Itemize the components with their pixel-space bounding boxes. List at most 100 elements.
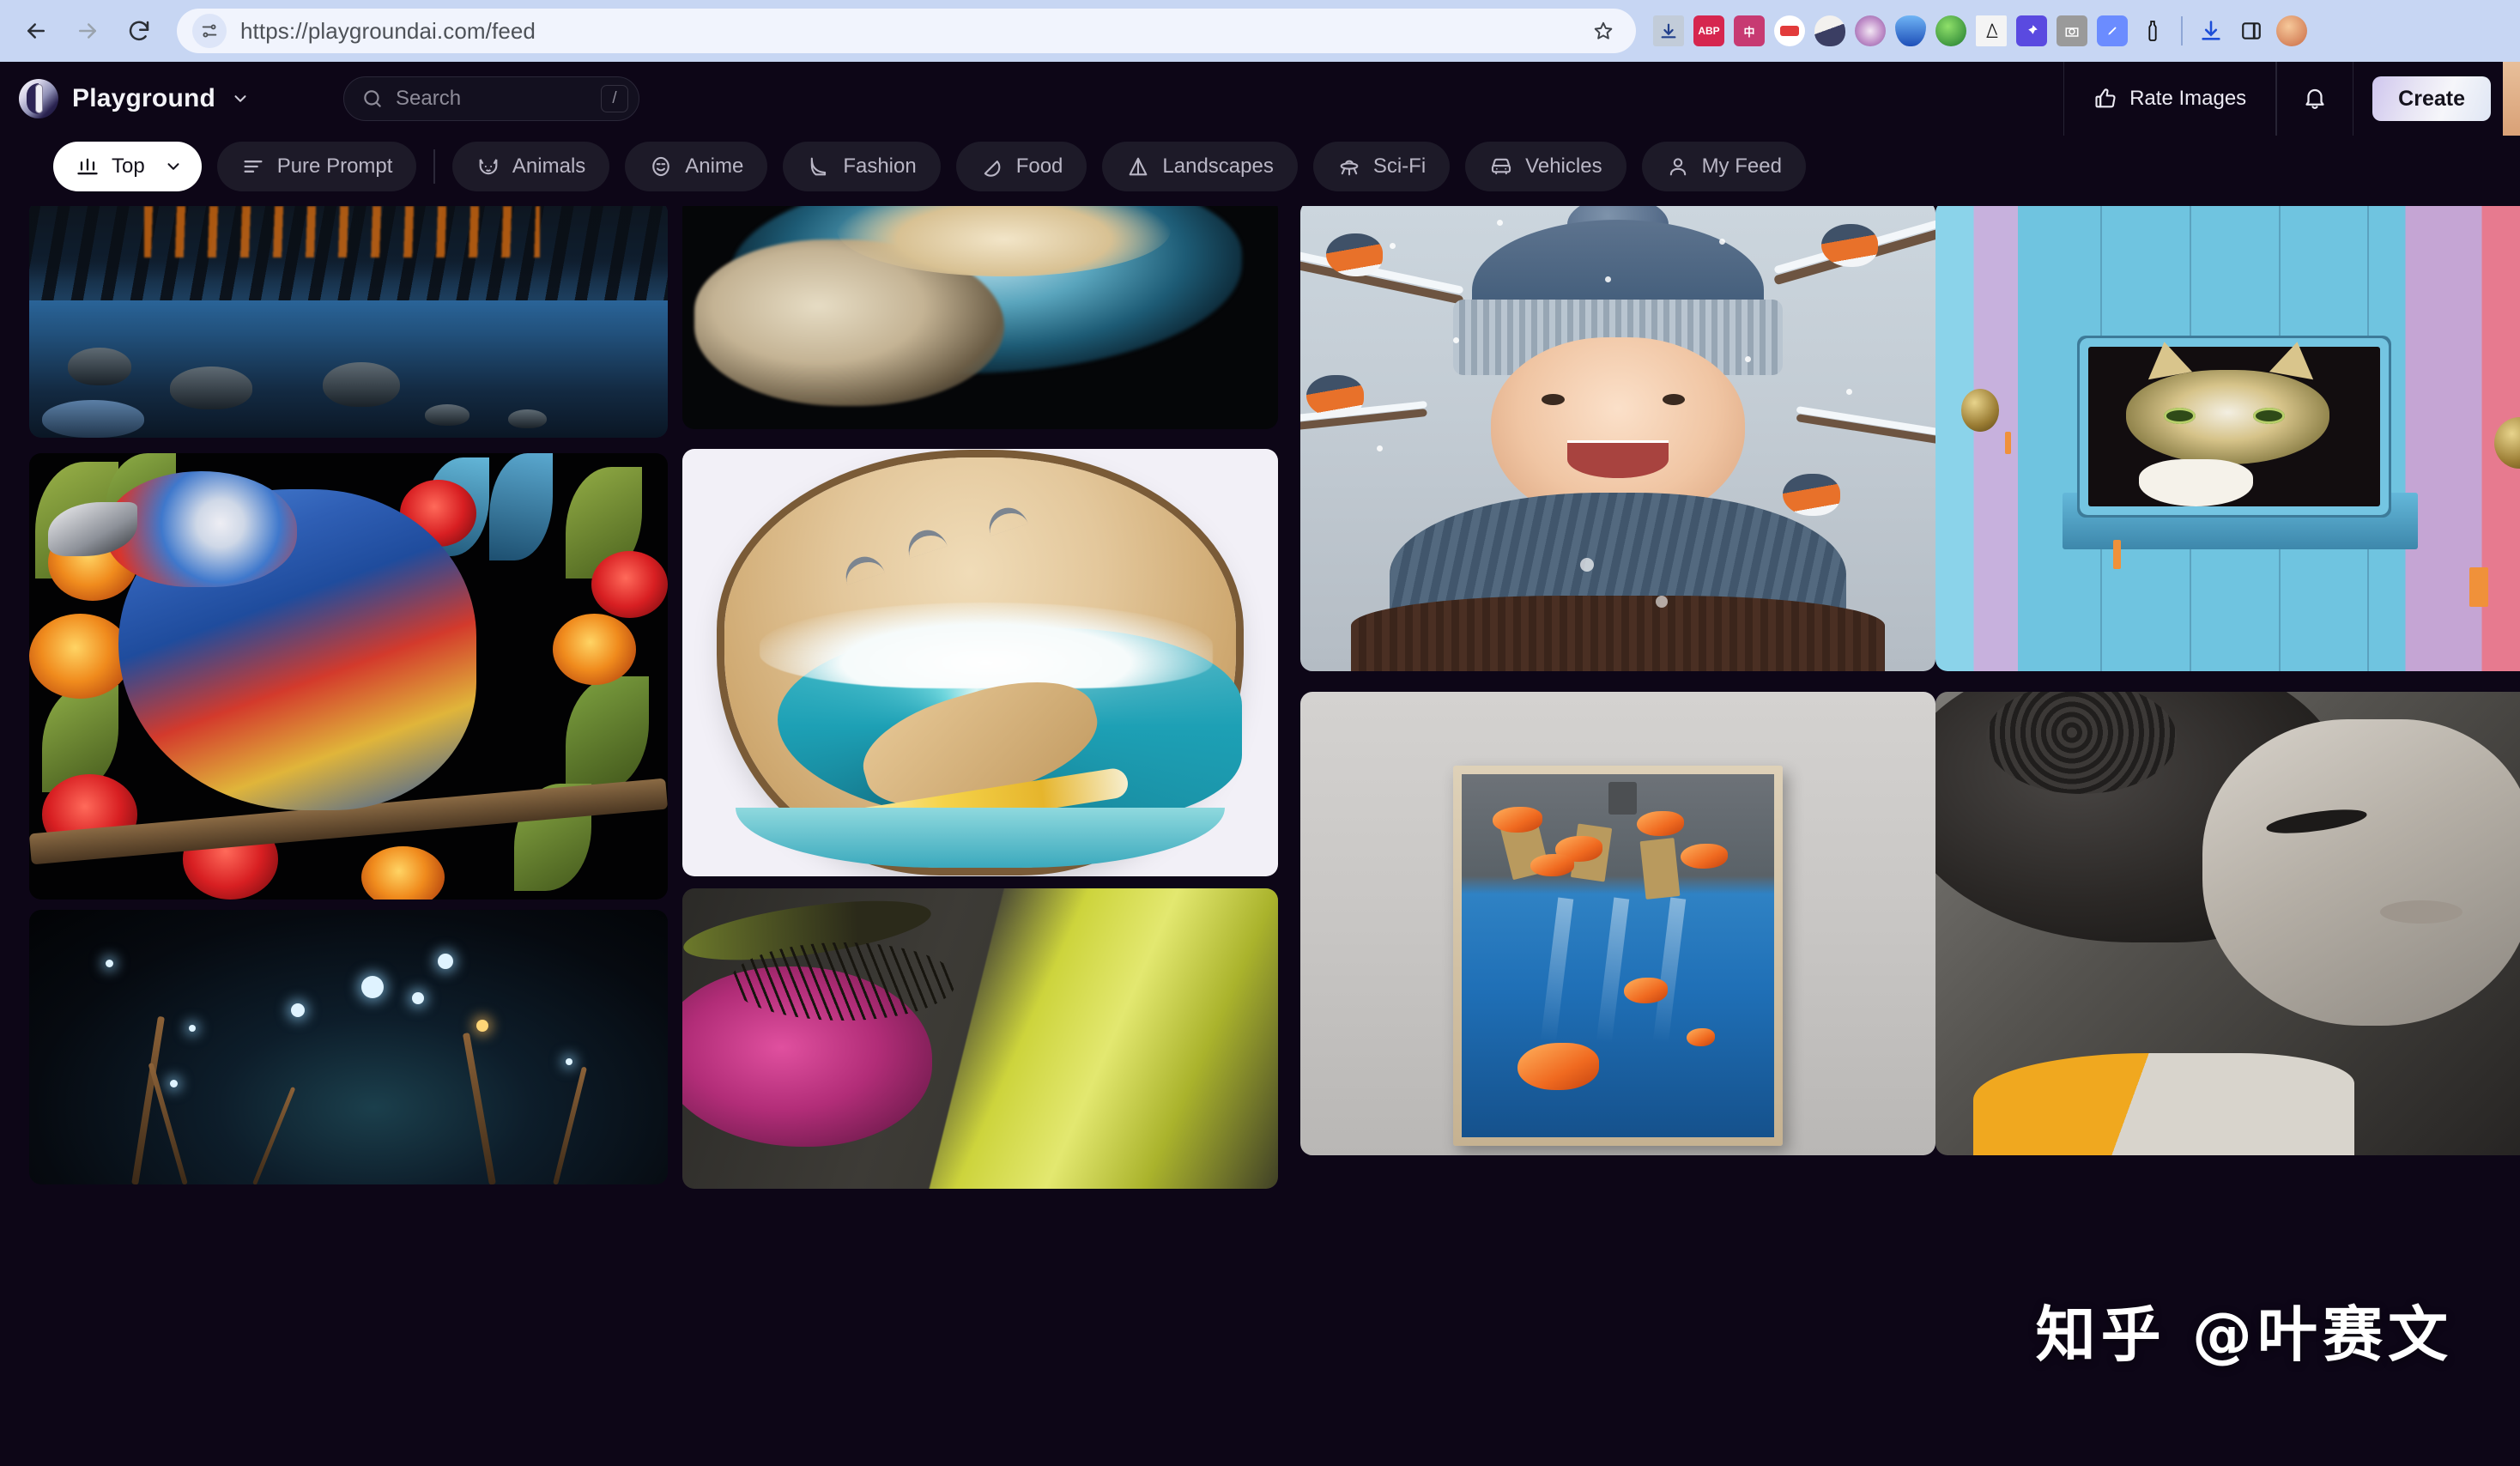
artwork-galaxy-trees — [29, 910, 668, 1184]
smiley-face-icon — [649, 154, 673, 179]
filter-label: Landscapes — [1162, 154, 1274, 178]
artwork-parrot-flowers — [29, 453, 668, 900]
chevron-down-icon[interactable] — [231, 89, 250, 108]
artwork-framed-goldfish — [1300, 692, 1935, 1155]
cat-face-icon — [476, 154, 500, 179]
filter-animals[interactable]: Animals — [451, 142, 610, 191]
artwork-cat-blue-door: Loreto — [1935, 206, 2520, 671]
browser-toolbar: https://playgroundai.com/feed ABP 中 — [0, 0, 2520, 62]
car-icon — [1489, 154, 1513, 179]
forward-arrow-icon[interactable] — [64, 7, 112, 55]
filter-my-feed[interactable]: My Feed — [1641, 142, 1806, 191]
camera-extension[interactable] — [2057, 15, 2087, 46]
rate-images-button[interactable]: Rate Images — [2064, 62, 2275, 136]
artwork-eye-yellow-fabric — [682, 888, 1278, 1189]
bottle-extension[interactable] — [2137, 15, 2168, 46]
filter-anime[interactable]: Anime — [625, 142, 768, 191]
address-bar[interactable]: https://playgroundai.com/feed — [177, 9, 1636, 53]
filter-label: Vehicles — [1525, 154, 1602, 178]
filter-lines-icon — [241, 154, 265, 179]
filter-food[interactable]: Food — [955, 142, 1087, 191]
search-placeholder: Search — [396, 87, 462, 110]
openai-extension[interactable] — [1855, 15, 1886, 46]
artwork-lake-reflection — [29, 206, 668, 438]
filter-label: Anime — [685, 154, 744, 178]
playground-app: Playground Search / Rate Images Create T… — [0, 62, 2520, 1466]
create-button[interactable]: Create — [2372, 76, 2491, 121]
filter-label: Sci-Fi — [1372, 154, 1427, 178]
location-pin-extension[interactable] — [1895, 15, 1926, 46]
feed-card-wood-wave-surfer[interactable] — [682, 449, 1278, 876]
mountain-icon — [1126, 154, 1150, 179]
extensions-tray: ABP 中 — [1653, 15, 2508, 46]
sketch-extension[interactable] — [1976, 15, 2007, 46]
filter-bar: Top Pure Prompt Animals Anime Fashion Fo… — [0, 136, 2520, 206]
url-text: https://playgroundai.com/feed — [240, 17, 536, 44]
note-extension[interactable] — [2097, 15, 2128, 46]
feed-card-eye-yellow-fabric[interactable] — [682, 888, 1278, 1189]
feed-card-parrot-flowers[interactable] — [29, 453, 668, 900]
feed-card-lake-reflection[interactable] — [29, 206, 668, 438]
artwork-wood-wave-surfer — [682, 449, 1278, 876]
pizza-slice-icon — [980, 154, 1004, 179]
feed-card-cat-blue-door[interactable]: Loreto — [1935, 206, 2520, 671]
sort-top-button[interactable]: Top — [53, 142, 202, 191]
sort-top-label: Top — [112, 154, 145, 178]
side-panel-icon[interactable] — [2236, 15, 2267, 46]
app-header: Playground Search / Rate Images Create — [0, 62, 2520, 136]
feed-card-abstract-ink[interactable] — [682, 206, 1278, 429]
artwork-grayscale-portrait — [1935, 692, 2520, 1155]
filter-label: Food — [1015, 154, 1063, 178]
toolbar-divider — [2181, 16, 2183, 45]
image-feed-grid: Loreto — [0, 206, 2520, 1466]
bell-icon[interactable] — [2277, 62, 2353, 136]
watermark: 知乎 @叶赛文 — [2035, 1299, 2453, 1370]
filter-vehicles[interactable]: Vehicles — [1465, 142, 1626, 191]
chevron-down-icon[interactable] — [164, 157, 183, 176]
star-icon[interactable] — [1586, 14, 1620, 48]
back-arrow-icon[interactable] — [12, 7, 60, 55]
feed-card-galaxy-trees[interactable] — [29, 910, 668, 1184]
search-input[interactable]: Search / — [343, 76, 639, 121]
filter-pure-prompt[interactable]: Pure Prompt — [216, 142, 417, 191]
translate-extension[interactable]: 中 — [1734, 15, 1765, 46]
ufo-icon — [1337, 154, 1361, 179]
filter-label: Pure Prompt — [276, 154, 393, 178]
profile-avatar-icon[interactable] — [2276, 15, 2307, 46]
site-settings-icon[interactable] — [192, 14, 227, 48]
filter-label: My Feed — [1701, 154, 1782, 178]
pin-extension[interactable] — [2016, 15, 2047, 46]
brand-name: Playground — [72, 84, 216, 112]
filter-label: Fashion — [843, 154, 917, 178]
artwork-abstract-ink — [682, 206, 1278, 429]
flame-extension[interactable] — [1814, 15, 1845, 46]
feed-card-grayscale-portrait[interactable] — [1935, 692, 2520, 1155]
brand-menu[interactable]: Playground — [19, 79, 250, 118]
filter-divider — [433, 149, 435, 184]
header-actions: Rate Images Create — [2063, 62, 2520, 136]
adblock-plus-extension[interactable]: ABP — [1693, 15, 1724, 46]
artwork-snow-boy-birds — [1300, 206, 1935, 671]
recorder-extension[interactable] — [1774, 15, 1805, 46]
filter-landscapes[interactable]: Landscapes — [1102, 142, 1298, 191]
high-heel-icon — [807, 154, 831, 179]
idm-extension[interactable] — [1935, 15, 1966, 46]
feed-card-framed-goldfish[interactable] — [1300, 692, 1935, 1155]
feed-card-snow-boy-birds[interactable] — [1300, 206, 1935, 671]
search-icon — [361, 88, 384, 110]
user-avatar[interactable] — [2503, 62, 2520, 136]
download-icon[interactable] — [2196, 15, 2226, 46]
bar-chart-icon — [76, 154, 100, 179]
reload-icon[interactable] — [115, 7, 163, 55]
thumbs-up-icon — [2093, 87, 2117, 111]
header-divider-3 — [2352, 62, 2354, 136]
search-shortcut-badge: / — [601, 85, 628, 112]
rate-images-label: Rate Images — [2129, 87, 2247, 110]
search-container: Search / — [343, 76, 639, 121]
person-icon — [1666, 154, 1690, 179]
filter-sci-fi[interactable]: Sci-Fi — [1312, 142, 1451, 191]
image-download-extension[interactable] — [1653, 15, 1684, 46]
filter-label: Animals — [512, 154, 586, 178]
filter-fashion[interactable]: Fashion — [783, 142, 941, 191]
playground-logo-icon — [19, 79, 58, 118]
